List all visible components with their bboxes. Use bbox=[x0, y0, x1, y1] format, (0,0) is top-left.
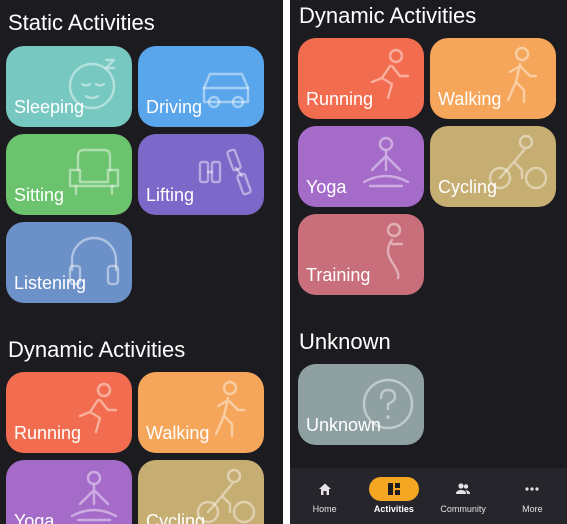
tile-running[interactable]: Running bbox=[298, 38, 424, 119]
tile-label: Yoga bbox=[14, 511, 55, 524]
armchair-icon bbox=[62, 140, 126, 204]
bottom-navigation: Home Activities Community More bbox=[290, 468, 567, 524]
unknown-section-title: Unknown bbox=[299, 329, 391, 354]
tile-label: Unknown bbox=[306, 415, 382, 435]
tile-label: Sitting bbox=[14, 185, 65, 205]
tile-listening[interactable]: Listening bbox=[6, 222, 132, 303]
tile-label: Driving bbox=[146, 97, 203, 117]
nav-label: Activities bbox=[373, 504, 414, 514]
dumbbell-icon bbox=[194, 140, 258, 204]
tile-running[interactable]: Running bbox=[6, 372, 132, 453]
tile-sleeping[interactable]: Sleeping bbox=[6, 46, 132, 127]
tile-label: Walking bbox=[146, 423, 210, 443]
tile-label: Sleeping bbox=[14, 97, 85, 117]
tile-sitting[interactable]: Sitting bbox=[6, 134, 132, 215]
tile-walking[interactable]: Walking bbox=[138, 372, 264, 453]
dynamic-activities-title: Dynamic Activities bbox=[8, 337, 186, 362]
tile-unknown[interactable]: Unknown bbox=[298, 364, 424, 445]
tile-label: Running bbox=[14, 423, 82, 443]
tile-label: Walking bbox=[438, 89, 502, 109]
tile-label: Running bbox=[306, 89, 374, 109]
tile-walking[interactable]: Walking bbox=[430, 38, 556, 119]
tile-label: Cycling bbox=[146, 511, 206, 524]
tile-label: Lifting bbox=[146, 185, 195, 205]
car-icon bbox=[194, 52, 258, 116]
yoga-pose-icon bbox=[62, 466, 126, 524]
people-icon bbox=[438, 477, 488, 501]
tile-yoga[interactable]: Yoga bbox=[298, 126, 424, 207]
right-screen: Dynamic Activities Running Walking Yoga … bbox=[290, 0, 567, 524]
home-icon bbox=[300, 477, 350, 501]
more-dots-icon bbox=[507, 477, 557, 501]
nav-label: Community bbox=[440, 504, 486, 514]
tile-label: Listening bbox=[14, 273, 87, 293]
tile-label: Cycling bbox=[438, 177, 498, 197]
nav-label: Home bbox=[312, 504, 337, 514]
nav-label: More bbox=[522, 504, 543, 514]
nav-activities[interactable]: Activities bbox=[360, 477, 428, 515]
tile-cycling[interactable]: Cycling bbox=[138, 460, 264, 524]
tile-label: Yoga bbox=[306, 177, 347, 197]
yoga-pose-icon bbox=[354, 132, 418, 196]
tile-lifting[interactable]: Lifting bbox=[138, 134, 264, 215]
tile-cycling[interactable]: Cycling bbox=[430, 126, 556, 207]
tile-training[interactable]: Training bbox=[298, 214, 424, 295]
tile-label: Training bbox=[306, 265, 371, 285]
left-screen: Static Activities Sleeping Driving Sitti… bbox=[0, 0, 283, 524]
tile-driving[interactable]: Driving bbox=[138, 46, 264, 127]
nav-more[interactable]: More bbox=[498, 477, 566, 515]
nav-home[interactable]: Home bbox=[291, 477, 359, 515]
tile-yoga[interactable]: Yoga bbox=[6, 460, 132, 524]
nav-community[interactable]: Community bbox=[429, 477, 497, 515]
static-activities-title: Static Activities bbox=[8, 10, 155, 35]
dynamic-activities-title: Dynamic Activities bbox=[299, 3, 477, 28]
activities-grid-icon bbox=[368, 477, 419, 501]
